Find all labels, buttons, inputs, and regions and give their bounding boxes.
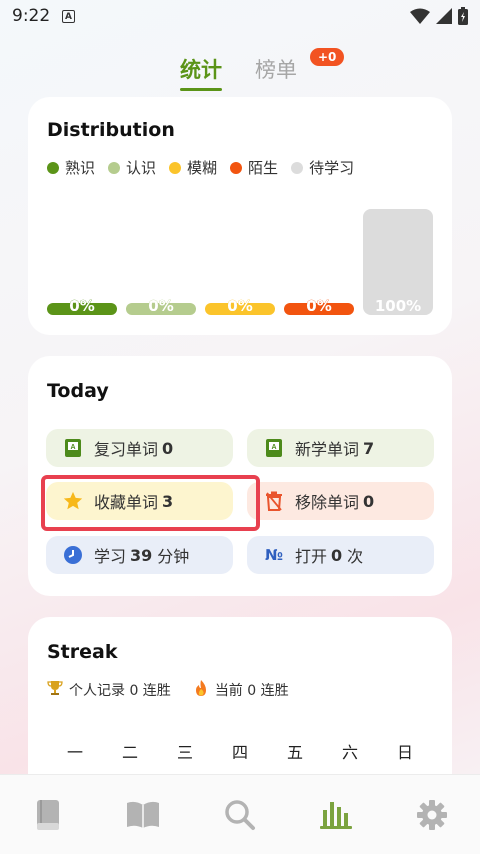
nav-item-wordbook[interactable] (28, 795, 68, 835)
weekday: 二 (121, 743, 138, 762)
weekday: 五 (286, 743, 303, 762)
weekday: 六 (341, 743, 358, 762)
chart-icon (320, 802, 352, 829)
numero-icon: № (264, 546, 284, 564)
signal-icon (436, 8, 452, 24)
study-time-value: 39 (130, 545, 153, 565)
review-words-count: 0 (162, 438, 174, 458)
open-count-value: 0 (331, 545, 343, 565)
open-count-label: 打开 (295, 547, 328, 566)
nav-item-settings[interactable] (412, 795, 452, 835)
nav-item-stats[interactable] (316, 795, 356, 835)
bar-label-4: 100% (375, 297, 421, 315)
ranking-badge: +0 (310, 48, 345, 66)
clock-icon (62, 544, 84, 566)
gear-icon (417, 800, 447, 830)
trophy-icon (47, 680, 63, 700)
streak-current-text: 当前 0 连胜 (214, 683, 289, 699)
removed-words-label: 移除单词 (295, 493, 360, 512)
status-icons (410, 7, 468, 25)
weekday: 三 (176, 743, 193, 762)
tab-active-indicator (180, 88, 222, 91)
weekday: 日 (396, 743, 413, 762)
svg-text:A: A (70, 444, 75, 451)
study-time-tile[interactable]: 学习 39 分钟 (46, 536, 233, 574)
status-time: 9:22 (12, 6, 51, 26)
status-bar: 9:22 A (0, 0, 480, 34)
new-words-tile[interactable]: A 新学单词 7 (247, 429, 434, 467)
wifi-icon (410, 8, 430, 24)
nav-item-learn[interactable] (123, 795, 163, 835)
book-icon: A (62, 437, 84, 459)
open-count-tile[interactable]: № 打开 0 次 (247, 536, 434, 574)
open-book-icon (127, 801, 159, 828)
review-words-label: 复习单词 (94, 440, 159, 459)
new-words-count: 7 (363, 438, 375, 458)
streak-record-text: 个人记录 0 连胜 (69, 683, 171, 699)
distribution-chart: 0% 0% 0% 0% 100% (47, 209, 433, 315)
study-time-unit: 分钟 (157, 547, 190, 566)
app-notification-icon: A (62, 10, 75, 23)
removed-words-tile[interactable]: 移除单词 0 (247, 482, 434, 520)
streak-record: 个人记录 0 连胜 (47, 679, 171, 701)
book-icon (37, 800, 59, 830)
battery-icon (458, 7, 468, 25)
nav-item-search[interactable] (220, 795, 260, 835)
tab-ranking[interactable]: 榜单 (255, 54, 297, 84)
bar-label-3: 0% (306, 297, 331, 315)
trash-icon (263, 490, 285, 512)
search-icon (225, 800, 255, 830)
open-count-unit: 次 (347, 547, 364, 566)
distribution-card: Distribution 熟识 认识 模糊 陌生 待学习 0% 0% 0% 0% 100… (28, 97, 452, 335)
streak-info: 个人记录 0 连胜 当前 0 连胜 (47, 679, 289, 701)
weekday: 四 (231, 743, 248, 762)
highlight-box (41, 475, 260, 531)
book-icon: A (263, 437, 285, 459)
bar-label-1: 0% (148, 297, 173, 315)
study-time-label: 学习 (94, 547, 127, 566)
new-words-label: 新学单词 (295, 440, 360, 459)
bar-label-2: 0% (227, 297, 252, 315)
streak-current: 当前 0 连胜 (193, 679, 289, 701)
review-words-tile[interactable]: A 复习单词 0 (46, 429, 233, 467)
weekday: 一 (66, 743, 83, 762)
tab-stats[interactable]: 统计 (180, 54, 222, 84)
svg-text:A: A (271, 444, 276, 451)
bottom-nav (0, 774, 480, 854)
streak-title: Streak (47, 641, 118, 663)
today-title: Today (47, 380, 109, 402)
top-tabs: 统计 榜单 +0 (0, 48, 480, 92)
bar-label-0: 0% (69, 297, 94, 315)
fire-icon (193, 679, 209, 701)
removed-words-count: 0 (363, 491, 375, 511)
